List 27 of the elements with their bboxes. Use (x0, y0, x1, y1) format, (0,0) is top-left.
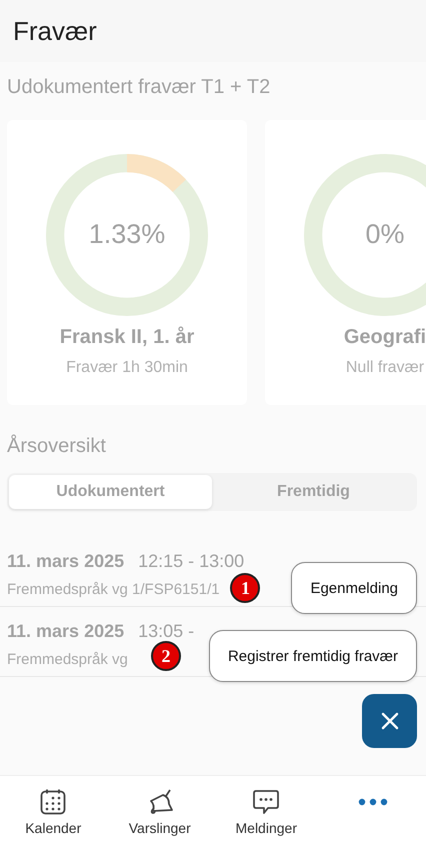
nav-item[interactable]: Meldinger (213, 788, 320, 836)
subject-name: Fransk II, 1. år (60, 326, 194, 349)
absence-date: 11. mars 2025 (7, 621, 124, 642)
nav-item[interactable]: Kalender (0, 788, 106, 836)
absence-detail: Fravær 1h 30min (66, 359, 188, 377)
section-title: Udokumentert fravær T1 + T2 (7, 76, 272, 100)
course-name: Fremmedspråk vg (7, 651, 128, 668)
percent-value: 1.33% (88, 219, 166, 250)
number-marker: 2 (150, 641, 181, 671)
nav-item[interactable]: Varslinger (106, 788, 213, 836)
action-button[interactable]: Registrer fremtidig fravær (208, 630, 417, 682)
absence-detail: Null fravær (346, 359, 424, 377)
page-title: Fravær (13, 16, 97, 46)
number-marker: 1 (230, 573, 260, 603)
subject-name: Geografi (344, 326, 426, 349)
percent-value: 0% (365, 219, 405, 250)
chat-icon (252, 788, 280, 816)
section-title: Årsoversikt (7, 435, 107, 459)
close-button[interactable] (362, 694, 417, 748)
calendar-icon (39, 788, 68, 816)
absence-time: 12:15 - 13:00 (138, 551, 244, 572)
close-icon (380, 711, 400, 731)
course-name: Fremmedspråk vg 1/FSP6151/1 (7, 581, 220, 598)
action-button[interactable]: Egenmelding (291, 562, 417, 614)
absence-date: 11. mars 2025 (7, 551, 124, 572)
more-icon (358, 798, 388, 806)
absence-time: 13:05 - (138, 621, 194, 642)
